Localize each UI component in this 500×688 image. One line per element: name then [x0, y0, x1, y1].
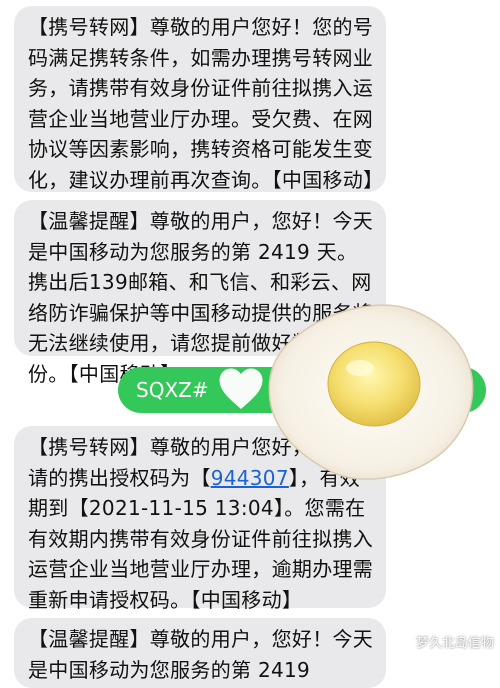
incoming-message-4[interactable]: 【温馨提醒】尊敬的用户，您好！今天是中国移动为您服务的第 2419 [14, 618, 386, 688]
message-text: 【温馨提醒】尊敬的用户，您好！今天是中国移动为您服务的第 2419 [28, 627, 374, 682]
heart-doodle-icon [219, 368, 263, 409]
fried-egg-sticker [268, 304, 474, 480]
incoming-message-1[interactable]: 【携号转网】尊敬的用户您好！您的号码满足携转条件，如需办理携号转网业务，请携带有… [14, 6, 386, 192]
outgoing-message-text: SQXZ# [136, 378, 209, 402]
watermark: 梦久北岛信物 [415, 636, 494, 651]
message-text: 【携号转网】尊敬的用户您好！您的号码满足携转条件，如需办理携号转网业务，请携带有… [28, 15, 384, 192]
